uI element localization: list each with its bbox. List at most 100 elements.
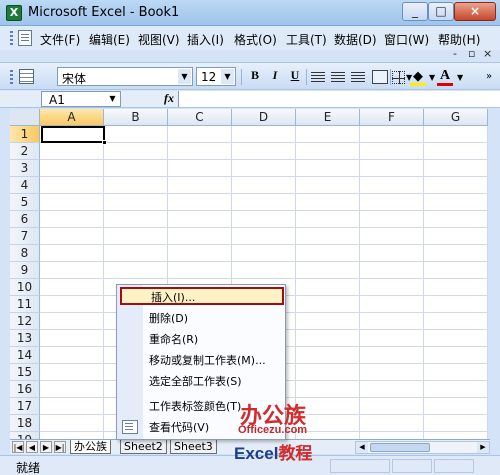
formula-input[interactable] [178,91,500,107]
name-box[interactable]: A1 ▼ [41,91,121,107]
font-color-icon[interactable]: A [440,68,450,84]
row-header-11[interactable]: 11 [10,296,40,313]
align-right-icon[interactable] [351,72,365,82]
menu-data[interactable]: 数据(D) [334,31,377,48]
watermark-tagline: Excel教程 [234,439,312,464]
chevron-down-icon[interactable]: ▼ [178,69,191,84]
maximize-button[interactable]: □ [428,2,454,21]
column-header-e[interactable]: E [296,109,360,126]
underline-button[interactable]: U [285,68,305,86]
excel-app-icon[interactable]: X [6,5,22,21]
row-header-7[interactable]: 7 [10,228,40,245]
minimize-button[interactable]: _ [402,2,428,21]
scroll-left-icon[interactable]: ◀ [356,442,368,453]
column-header-c[interactable]: C [168,109,232,126]
fill-handle[interactable] [102,140,107,145]
row-header-4[interactable]: 4 [10,177,40,194]
menu-view[interactable]: 视图(V) [138,31,180,48]
row-header-19[interactable]: 19 [10,432,40,439]
close-button[interactable]: × [454,2,496,21]
context-rename-item[interactable]: 重命名(R) [149,331,198,349]
font-size-select[interactable]: 12 ▼ [196,67,236,86]
doc-restore-button[interactable]: ▫ [468,47,475,60]
document-icon[interactable] [18,30,32,46]
row-header-12[interactable]: 12 [10,313,40,330]
context-select-all-sheets-item[interactable]: 选定全部工作表(S) [149,373,242,391]
font-name-select[interactable]: 宋体 ▼ [57,67,193,86]
bold-button[interactable]: B [245,68,265,86]
chevron-down-icon[interactable]: ▼ [406,73,412,82]
first-sheet-button[interactable]: |◀ [12,441,24,453]
grid-row-line [40,159,488,160]
formula-bar: A1 ▼ fx [0,91,500,108]
worksheet-icon[interactable] [19,69,34,84]
active-cell-border[interactable] [41,126,105,143]
horizontal-scrollbar[interactable]: ◀ ▶ [355,441,490,454]
row-header-16[interactable]: 16 [10,381,40,398]
name-box-value: A1 [49,93,65,107]
sheet-tab-office[interactable]: 办公族 [70,440,111,454]
column-header-g[interactable]: G [424,109,488,126]
menu-help[interactable]: 帮助(H) [438,31,480,48]
grid-column-line [359,126,360,439]
row-header-6[interactable]: 6 [10,211,40,228]
fill-color-swatch [410,83,426,86]
italic-button[interactable]: I [265,68,285,86]
row-header-2[interactable]: 2 [10,143,40,160]
menu-bar: 文件(F) 编辑(E) 视图(V) 插入(I) 格式(O) 工具(T) 数据(D… [0,26,500,50]
row-header-14[interactable]: 14 [10,347,40,364]
chevron-down-icon[interactable]: ▼ [457,73,463,82]
select-all-corner[interactable] [10,109,40,126]
context-move-copy-item[interactable]: 移动或复制工作表(M)... [149,352,266,370]
menu-format[interactable]: 格式(O) [234,31,277,48]
borders-icon[interactable] [392,71,405,84]
status-text: 就绪 [16,461,41,475]
doc-minimize-button[interactable]: - [453,47,457,60]
last-sheet-button[interactable]: ▶| [54,441,66,453]
row-header-5[interactable]: 5 [10,194,40,211]
menu-tools[interactable]: 工具(T) [286,31,327,48]
fill-color-icon[interactable]: ◆ [413,69,423,84]
menu-file[interactable]: 文件(F) [40,31,80,48]
sheet-tab-sheet2[interactable]: Sheet2 [120,440,167,454]
chevron-down-icon[interactable]: ▼ [429,73,435,82]
align-left-icon[interactable] [311,72,325,82]
context-delete-item[interactable]: 删除(D) [149,310,188,328]
menu-window[interactable]: 窗口(W) [384,31,429,48]
merge-center-icon[interactable] [372,70,388,84]
row-header-3[interactable]: 3 [10,160,40,177]
menu-edit[interactable]: 编辑(E) [89,31,130,48]
next-sheet-button[interactable]: ▶ [40,441,52,453]
sheet-tab-sheet3[interactable]: Sheet3 [170,440,217,454]
toolbar-divider [241,69,242,85]
toolbar-options-icon[interactable]: » [486,71,492,82]
context-menu-icon-strip [117,285,143,439]
column-header-a[interactable]: A [40,109,104,126]
column-header-d[interactable]: D [232,109,296,126]
toolbar-grip-handle[interactable] [10,70,13,84]
scroll-right-icon[interactable]: ▶ [477,442,489,453]
align-center-icon[interactable] [331,72,345,82]
function-icon[interactable]: fx [164,91,174,106]
sheet-tab-label: 办公族 [74,440,107,453]
row-header-10[interactable]: 10 [10,279,40,296]
row-header-13[interactable]: 13 [10,330,40,347]
context-view-code-item[interactable]: 查看代码(V) [149,419,209,437]
sheet-tab-label: Sheet3 [174,440,213,453]
column-header-b[interactable]: B [104,109,168,126]
chevron-down-icon[interactable]: ▼ [106,92,119,106]
doc-close-button[interactable]: × [483,47,492,60]
row-header-18[interactable]: 18 [10,415,40,432]
context-insert-item[interactable]: 插入(I)... [120,287,284,305]
column-header-f[interactable]: F [360,109,424,126]
row-header-8[interactable]: 8 [10,245,40,262]
row-header-1[interactable]: 1 [10,126,40,143]
row-header-9[interactable]: 9 [10,262,40,279]
scroll-thumb[interactable] [370,443,430,452]
prev-sheet-button[interactable]: ◀ [26,441,38,453]
menu-grip-handle[interactable] [10,31,13,45]
chevron-down-icon[interactable]: ▼ [221,69,234,84]
row-header-17[interactable]: 17 [10,398,40,415]
row-header-15[interactable]: 15 [10,364,40,381]
menu-insert[interactable]: 插入(I) [187,31,224,48]
